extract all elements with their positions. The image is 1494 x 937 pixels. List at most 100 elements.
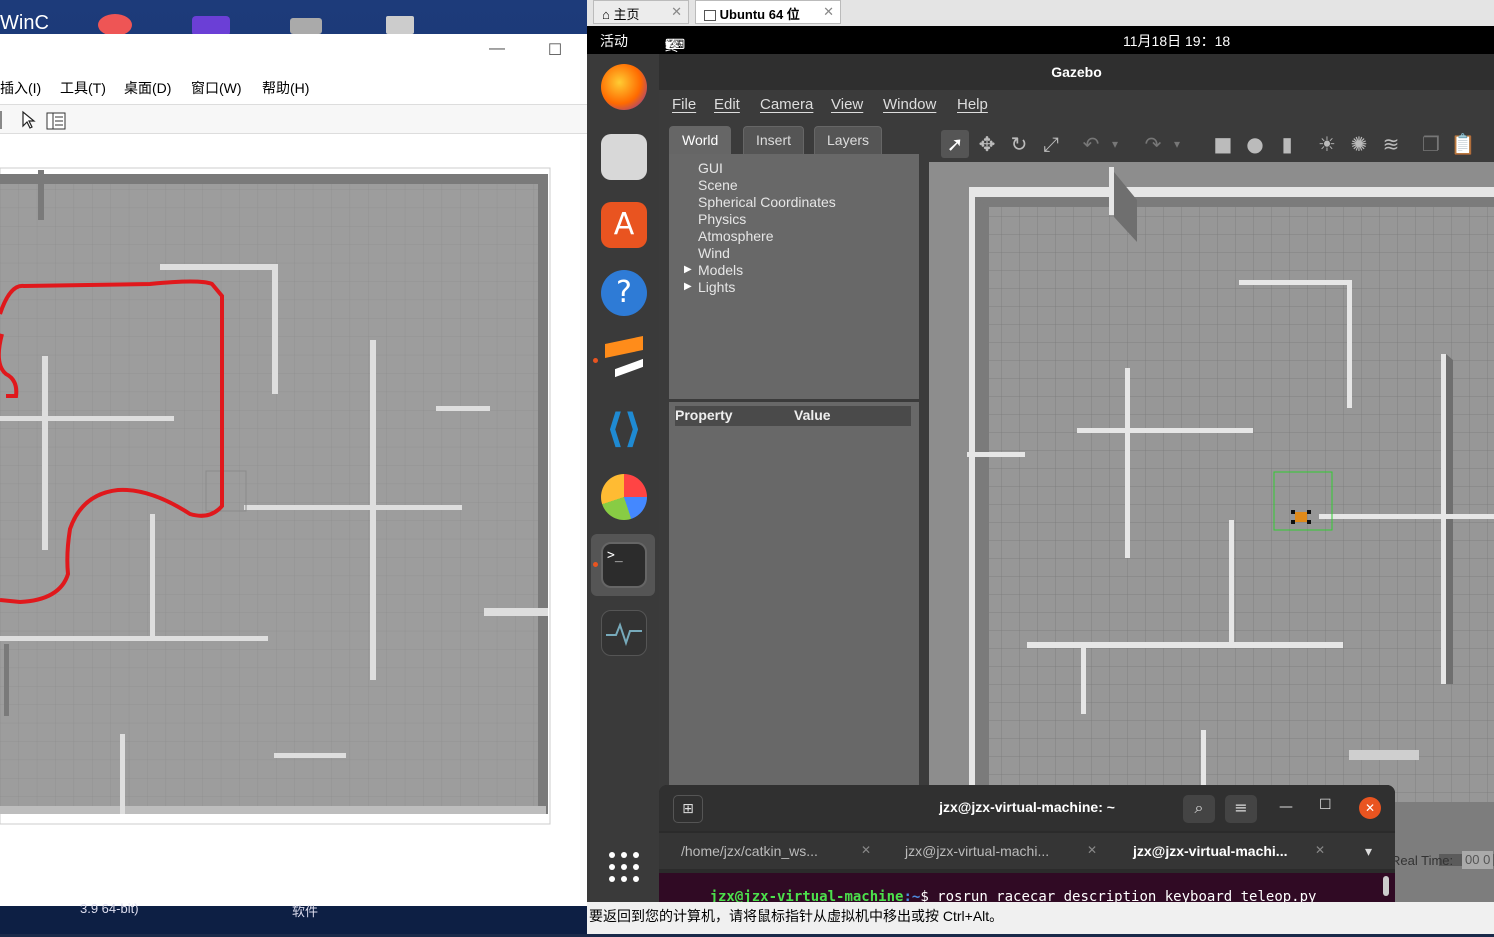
help-icon[interactable]: ?	[601, 270, 647, 316]
tab-insert[interactable]: Insert	[743, 126, 805, 154]
tab-world[interactable]: World	[669, 126, 732, 154]
tab-list-dropdown-icon[interactable]: ▾	[1365, 843, 1372, 860]
visual-studio-icon[interactable]	[192, 16, 230, 36]
tree-item-wind[interactable]: Wind	[698, 245, 730, 261]
expand-arrow-icon[interactable]: ▶	[684, 264, 692, 275]
close-icon[interactable]: ✕	[1359, 797, 1381, 819]
tree-item-models[interactable]: Models	[698, 262, 743, 278]
tab-home[interactable]: ⌂ 主页 ✕	[593, 0, 689, 24]
taskbar-label[interactable]: 软件	[292, 901, 318, 920]
close-icon[interactable]: ✕	[671, 4, 682, 20]
spot-light-icon[interactable]: ✺	[1345, 130, 1373, 158]
toolbar-separator	[0, 111, 2, 129]
menu-edit[interactable]: Edit	[714, 96, 740, 113]
maze-map-image	[0, 167, 551, 825]
menu-file[interactable]: File	[672, 96, 696, 113]
menu-help[interactable]: 帮助(H)	[262, 78, 309, 98]
terminal-output[interactable]: jzx@jzx-virtual-machine:~$ rosrun raceca…	[659, 873, 1395, 905]
translate-tool-icon[interactable]: ✥	[973, 130, 1001, 158]
firefox-icon[interactable]	[601, 64, 647, 110]
menu-window[interactable]: 窗口(W)	[191, 78, 242, 98]
vm-tab-bar: ⌂ 主页 ✕ Ubuntu 64 位 ✕	[587, 0, 1494, 26]
menu-window[interactable]: Window	[883, 96, 936, 113]
caret-down-icon: ▾	[665, 36, 673, 52]
select-tool-icon[interactable]: ➚	[941, 130, 969, 158]
app-icon[interactable]	[386, 16, 414, 34]
search-icon[interactable]: ⌕	[1183, 795, 1215, 823]
minimize-button[interactable]: —	[484, 40, 510, 62]
value-column-header: Value	[794, 407, 831, 423]
close-icon[interactable]: ✕	[823, 4, 834, 20]
menu-camera[interactable]: Camera	[760, 96, 813, 113]
world-tree: GUI Scene Spherical Coordinates Physics …	[669, 154, 919, 399]
gazebo-3d-scene[interactable]: Real Time:	[929, 162, 1494, 802]
chevron-down-icon[interactable]: ▾	[1163, 130, 1191, 158]
menu-desktop[interactable]: 桌面(D)	[124, 78, 171, 98]
gazebo-left-panel: World Insert Layers GUI Scene Spherical …	[669, 126, 919, 792]
box-shape-icon[interactable]: ■	[1209, 130, 1237, 158]
tab-ubuntu[interactable]: Ubuntu 64 位 ✕	[695, 0, 841, 24]
windows-desktop: WinC — ☐ 插入(I) 工具(T) 桌面(D) 窗口(W) 帮助(H) 3…	[0, 0, 588, 934]
sublime-icon[interactable]	[601, 335, 647, 384]
tree-item-physics[interactable]: Physics	[698, 211, 746, 227]
system-monitor-icon[interactable]	[601, 610, 647, 656]
running-indicator	[593, 358, 598, 363]
maximize-icon[interactable]: ☐	[1319, 797, 1332, 813]
figure-window: — ☐ 插入(I) 工具(T) 桌面(D) 窗口(W) 帮助(H)	[0, 34, 588, 906]
taskbar-label[interactable]: 3.9 64-bit)	[80, 901, 139, 916]
vm-status-bar: 要返回到您的计算机，请将鼠标指针从虚拟机中移出或按 Ctrl+Alt。	[587, 902, 1494, 934]
window-caption-bar: — ☐	[0, 34, 588, 70]
close-icon[interactable]: ✕	[1087, 843, 1097, 857]
realtime-value: 00 0	[1462, 851, 1494, 869]
sphere-shape-icon[interactable]: ●	[1241, 130, 1269, 158]
tree-item-spherical-coordinates[interactable]: Spherical Coordinates	[698, 194, 836, 210]
rotate-tool-icon[interactable]: ↻	[1005, 130, 1033, 158]
property-header: Property Value	[675, 406, 911, 426]
maze-3d-view	[929, 162, 1494, 802]
terminal-icon[interactable]: >_	[601, 542, 647, 588]
files-icon[interactable]	[601, 134, 647, 180]
cylinder-shape-icon[interactable]: ▮	[1273, 130, 1301, 158]
maximize-button[interactable]: ☐	[542, 40, 568, 62]
chevron-down-icon[interactable]: ▾	[1101, 130, 1129, 158]
directional-light-icon[interactable]: ≋	[1377, 130, 1405, 158]
minimize-icon[interactable]: —	[1279, 799, 1293, 815]
terminal-tab-2[interactable]: jzx@jzx-virtual-machi...	[905, 843, 1049, 859]
vscode-icon[interactable]: ⟨⟩	[601, 406, 647, 452]
vm-icon	[704, 10, 716, 22]
expand-arrow-icon[interactable]: ▶	[684, 281, 692, 292]
menu-tools[interactable]: 工具(T)	[60, 78, 106, 98]
scale-tool-icon[interactable]: ⤢	[1037, 130, 1065, 158]
terminal-tab-3-active[interactable]: jzx@jzx-virtual-machi...	[1133, 843, 1287, 859]
tree-item-lights[interactable]: Lights	[698, 279, 735, 295]
app-icon[interactable]	[290, 18, 322, 34]
paste-icon[interactable]: 📋	[1449, 130, 1477, 158]
app-icon[interactable]	[98, 14, 132, 36]
tab-layers[interactable]: Layers	[814, 126, 883, 154]
tree-item-atmosphere[interactable]: Atmosphere	[698, 228, 773, 244]
close-icon[interactable]: ✕	[1315, 843, 1325, 857]
clock[interactable]: 11月18日 19：18	[1123, 31, 1230, 51]
tab-label: 主页	[613, 7, 640, 22]
running-indicator	[593, 562, 598, 567]
copy-icon[interactable]: ❐	[1417, 130, 1445, 158]
pie-chart-app-icon[interactable]	[601, 474, 647, 520]
home-icon: ⌂	[602, 7, 610, 22]
desktop-icon-label[interactable]: WinC	[0, 12, 49, 35]
tree-item-gui[interactable]: GUI	[698, 160, 723, 176]
software-center-icon[interactable]: A	[601, 202, 647, 248]
tree-item-scene[interactable]: Scene	[698, 177, 738, 193]
panel-toggle-icon[interactable]	[46, 112, 66, 130]
gazebo-menubar: File Edit Camera View Window Help	[659, 90, 1494, 120]
activities-button[interactable]: 活动	[600, 31, 628, 51]
close-icon[interactable]: ✕	[861, 843, 871, 857]
hamburger-menu-icon[interactable]: ≡	[1225, 795, 1257, 823]
cursor-arrow-icon[interactable]	[20, 110, 38, 130]
menu-view[interactable]: View	[831, 96, 863, 113]
menu-insert[interactable]: 插入(I)	[0, 78, 41, 98]
point-light-icon[interactable]: ☀	[1313, 130, 1341, 158]
terminal-scrollbar[interactable]	[1383, 876, 1389, 896]
menu-help[interactable]: Help	[957, 96, 988, 113]
show-apps-icon[interactable]	[601, 844, 647, 890]
terminal-tab-1[interactable]: /home/jzx/catkin_ws...	[681, 843, 818, 859]
